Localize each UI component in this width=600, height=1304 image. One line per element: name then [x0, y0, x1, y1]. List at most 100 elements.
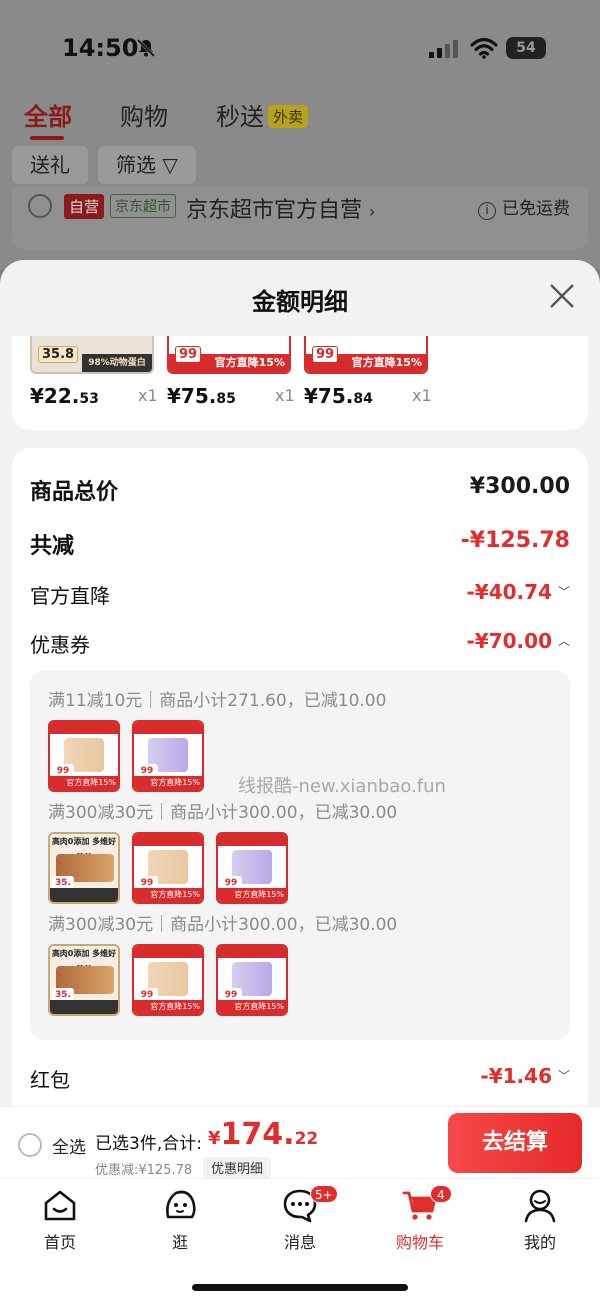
nav-cart-label: 购物车 — [395, 1233, 444, 1252]
free-shipping-text: 已免运费 — [502, 199, 570, 219]
official-discount-value: -¥40.74 ﹀ — [467, 580, 571, 604]
selected-count-text: 已选3件,合计: — [95, 1134, 202, 1154]
discount-strip: 官方直降15% — [134, 1000, 202, 1014]
coupon-item-thumbnail: 高肉0添加 多维好营养 35. — [48, 832, 120, 904]
checkout-bar: 全选 已选3件,合计: ¥174.22 优惠减:¥125.78 优惠明细 去结算 — [0, 1106, 600, 1178]
product-list-card: 35.8 98%动物蛋白 99 官方直降15% 99 官方直降15% ¥22.5… — [12, 336, 588, 430]
nav-home-label: 首页 — [43, 1233, 76, 1252]
info-icon: i — [478, 202, 496, 220]
filter-chip-label: 筛选 — [116, 153, 156, 177]
close-icon[interactable] — [548, 282, 576, 310]
price-dec: 84 — [353, 391, 373, 407]
price-int: ¥75. — [304, 384, 354, 408]
product-price: ¥75.85 — [167, 384, 236, 408]
shop-name-link[interactable]: 京东超市官方自营 › — [186, 192, 375, 224]
product-price: ¥22.53 — [30, 384, 99, 408]
nav-messages-label: 消息 — [283, 1233, 316, 1252]
shop-select-radio[interactable] — [28, 194, 52, 218]
nav-messages[interactable]: 5+ 消息 — [240, 1185, 360, 1252]
coupon-item-thumbnail: 99 官方直降15% — [216, 944, 288, 1016]
coupon-item-thumbnail: 99 官方直降15% — [132, 944, 204, 1016]
total-reduce-value: -¥125.78 — [460, 528, 570, 553]
coupon-rule: 满300减30元｜商品小计300.00，已减30.00 — [48, 803, 398, 823]
select-all-radio[interactable] — [18, 1133, 42, 1157]
product-thumbnail-purple[interactable]: 99 官方直降15% — [304, 336, 428, 374]
coupon-item-thumbnail: 高肉0添加 多维好营养 35. — [48, 944, 120, 1016]
discount-strip: 官方直降15% — [50, 776, 118, 790]
product-price-tag: 35.8 — [38, 346, 79, 363]
discount-total: 优惠减:¥125.78 — [95, 1163, 193, 1178]
select-all-label[interactable]: 全选 — [52, 1133, 86, 1158]
coupon-value: -¥70.00 ︿ — [467, 629, 571, 653]
browse-face-icon — [166, 1190, 196, 1219]
cart-badge: 4 — [430, 1185, 452, 1203]
product-strip: 98%动物蛋白 — [82, 354, 152, 372]
nav-mine-label: 我的 — [523, 1233, 556, 1252]
background-page: 14:50 54 全部 购物 秒送 外卖 送礼 筛选 ▽ 自营 京东超市 京东超… — [0, 0, 600, 270]
messages-badge: 5+ — [310, 1185, 338, 1203]
chevron-up-icon: ︿ — [557, 634, 570, 648]
nav-browse[interactable]: 逛 — [120, 1187, 240, 1252]
status-bar: 14:50 54 — [0, 30, 600, 70]
red-packet-label: 红包 — [30, 1068, 70, 1092]
jd-market-tag: 京东超市 — [110, 194, 176, 218]
free-shipping-status: i 已免运费 — [478, 194, 570, 220]
red-packet-row[interactable]: 红包 -¥1.46 ﹀ — [30, 1064, 570, 1096]
amount-detail-sheet: 金额明细 35.8 98%动物蛋白 99 官方直降15% 99 官方直降15% … — [0, 260, 600, 1110]
discount-strip: 官方直降15% — [134, 888, 202, 902]
chevron-down-icon: ﹀ — [557, 585, 570, 599]
coupon-rule: 满300减30元｜商品小计300.00，已减30.00 — [48, 915, 398, 935]
discount-strip: 官方直降15% — [218, 888, 286, 902]
cart-tabs: 全部 购物 秒送 外卖 — [24, 96, 309, 140]
price-dec: 85 — [216, 391, 236, 407]
tab-flash[interactable]: 秒送 外卖 — [216, 97, 309, 132]
watermark-text: 线报酷-new.xianbao.fun — [238, 776, 446, 797]
coupon-item-thumbnail: 99 官方直降15% — [132, 720, 204, 792]
nav-cart[interactable]: 4 购物车 — [360, 1185, 480, 1252]
product-qty: x1 — [275, 386, 295, 405]
tab-all[interactable]: 全部 — [24, 97, 72, 140]
discount-detail-link[interactable]: 优惠明细 — [203, 1157, 272, 1178]
coupon-item-thumbnail: 99 官方直降15% — [216, 832, 288, 904]
shop-row: 自营 京东超市 京东超市官方自营 › i 已免运费 — [12, 186, 588, 250]
filter-chip[interactable]: 筛选 ▽ — [98, 146, 196, 184]
home-icon — [44, 1190, 76, 1221]
cellular-signal-icon — [429, 40, 458, 58]
home-indicator — [192, 1284, 408, 1291]
user-icon — [524, 1189, 556, 1223]
product-qty: x1 — [412, 386, 432, 405]
official-discount-row[interactable]: 官方直降 -¥40.74 ﹀ — [30, 580, 570, 612]
nav-mine[interactable]: 我的 — [480, 1187, 600, 1252]
chevron-down-icon: ﹀ — [557, 1069, 570, 1083]
nav-home[interactable]: 首页 — [0, 1187, 120, 1252]
wifi-icon — [470, 37, 498, 59]
coupon-row[interactable]: 优惠券 -¥70.00 ︿ — [30, 629, 570, 661]
red-packet-value: -¥1.46 ﹀ — [480, 1064, 570, 1088]
total-reduce-label: 共减 — [30, 534, 75, 559]
filter-funnel-icon: ▽ — [162, 153, 178, 177]
product-thumbnail-meat[interactable]: 35.8 98%动物蛋白 — [30, 336, 154, 374]
chevron-right-icon: › — [369, 202, 376, 221]
sheet-title: 金额明细 — [252, 288, 348, 316]
status-time: 14:50 — [62, 34, 139, 62]
nav-browse-label: 逛 — [171, 1233, 188, 1252]
meat-product-slogan: 高肉0添加 多维好营养 — [50, 834, 118, 862]
coupon-item-thumbnail: 99 官方直降15% — [132, 832, 204, 904]
total-price: ¥174.22 — [208, 1117, 318, 1152]
product-price: ¥75.84 — [304, 384, 373, 408]
goods-total-row: 商品总价 ¥300.00 — [30, 474, 570, 506]
takeout-badge: 外卖 — [268, 104, 309, 128]
tab-shopping[interactable]: 购物 — [120, 97, 168, 132]
coupon-detail-box: 满11减10元｜商品小计271.60，已减10.00 99 官方直降15% 99… — [30, 670, 570, 1040]
price-dec: 53 — [79, 391, 99, 407]
discount-strip: 官方直降15% — [218, 1000, 286, 1014]
product-thumbnail-orange[interactable]: 99 官方直降15% — [167, 336, 291, 374]
red-packet-amount: -¥1.46 — [480, 1064, 552, 1088]
coupon-label: 优惠券 — [30, 633, 90, 657]
gift-chip[interactable]: 送礼 — [12, 146, 88, 184]
checkout-button[interactable]: 去结算 — [448, 1113, 582, 1173]
product-price-tag: 99 — [312, 346, 339, 363]
coupon-item-thumbnail: 99 官方直降15% — [48, 720, 120, 792]
total-reduce-row: 共减 -¥125.78 — [30, 528, 570, 560]
product-price-tag: 99 — [175, 346, 202, 363]
